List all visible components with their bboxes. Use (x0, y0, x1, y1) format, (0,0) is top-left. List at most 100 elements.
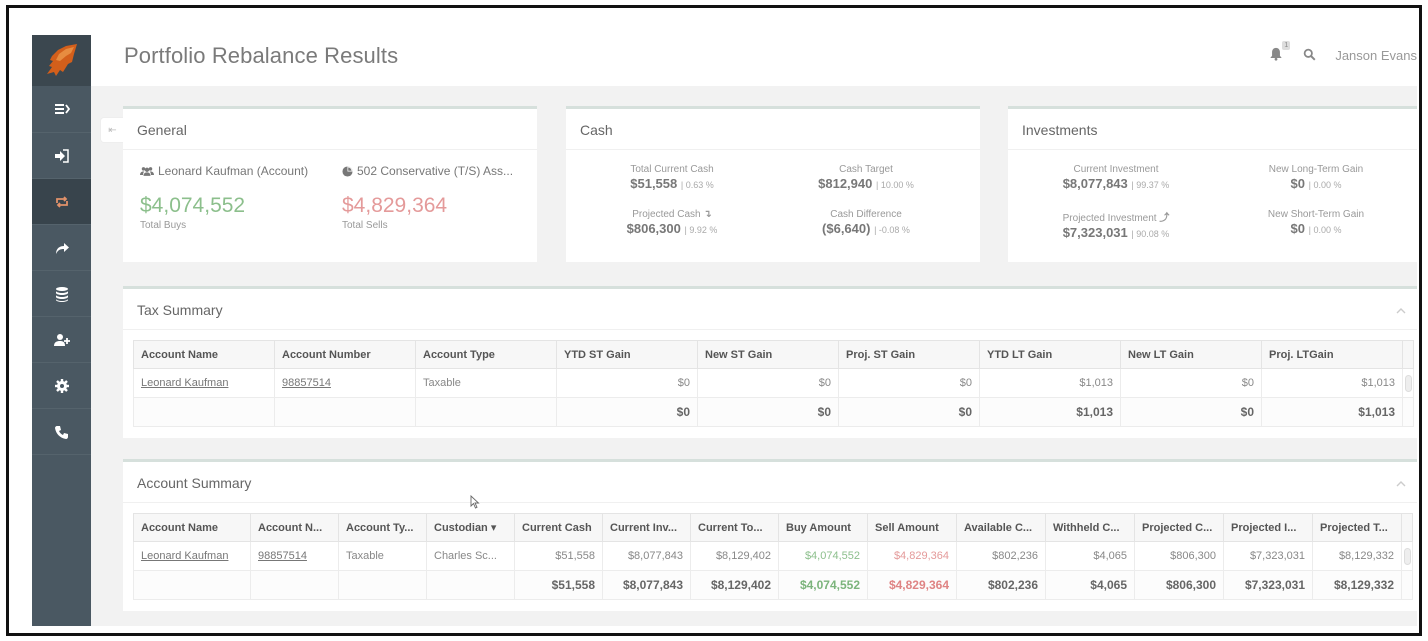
table-cell: $4,065 (1045, 570, 1135, 600)
scrollbar-header (1401, 513, 1413, 542)
sidebar-item-database[interactable] (32, 271, 91, 317)
metric-value: $0 (1290, 221, 1305, 236)
metric-pct: 99.37 % (1136, 180, 1170, 190)
totals-row: $51,558 $8,077,843 $8,129,402 $4,074,552 $4,… (133, 570, 1413, 600)
table-header-row: Account Name Account N... Account Ty... Cus… (133, 513, 1413, 542)
collapse-chevron-up-icon[interactable] (1395, 305, 1407, 317)
column-header[interactable]: Projected T... (1312, 513, 1402, 542)
column-header[interactable]: Current Inv... (602, 513, 691, 542)
totals-row: $0 $0 $0 $1,013 $0 $1,013 (133, 397, 1414, 427)
column-header[interactable]: New ST Gain (697, 340, 839, 369)
column-header[interactable]: Proj. ST Gain (838, 340, 980, 369)
table-cell: $806,300 (1134, 570, 1224, 600)
column-header[interactable]: Buy Amount (778, 513, 868, 542)
column-header[interactable]: Account N... (250, 513, 339, 542)
investments-card: Investments Current Investment $8,077,84… (1008, 106, 1417, 262)
metric-pct: -0.08 % (878, 225, 910, 235)
column-header[interactable]: Withheld C... (1045, 513, 1135, 542)
scrollbar-thumb[interactable] (1403, 547, 1411, 565)
table-cell: Taxable (415, 368, 557, 398)
sidebar-item-rebalance[interactable] (32, 179, 91, 225)
metric-label: Projected Investment (1062, 213, 1157, 224)
collapse-chevron-up-icon[interactable] (1395, 478, 1407, 490)
column-header[interactable]: Proj. LTGain (1261, 340, 1403, 369)
scrollbar-track[interactable] (1402, 397, 1414, 427)
user-menu[interactable]: Janson Evans (1335, 48, 1417, 63)
column-header[interactable]: Current To... (690, 513, 779, 542)
table-cell: $4,074,552 (778, 541, 868, 571)
model-name: 502 Conservative (T/S) Ass... (357, 164, 514, 178)
table-cell: $8,129,332 (1312, 570, 1402, 600)
account-number-link[interactable]: 98857514 (274, 368, 416, 398)
metric-value: $0 (1290, 176, 1305, 191)
sidebar (32, 35, 91, 626)
sidebar-item-add-user[interactable] (32, 317, 91, 363)
column-header[interactable]: Projected C... (1134, 513, 1224, 542)
metric-value: $7,323,031 (1062, 225, 1128, 240)
metric-total-current-cash: Total Current Cash $51,558 | 0.63 % (572, 164, 772, 191)
column-header[interactable]: New LT Gain (1120, 340, 1262, 369)
metric-pct: 90.08 % (1136, 229, 1170, 239)
sidebar-item-expand-menu[interactable] (32, 86, 91, 133)
sidebar-item-share[interactable] (32, 225, 91, 271)
scrollbar-track[interactable] (1402, 368, 1414, 398)
account-name-link[interactable]: Leonard Kaufman (133, 541, 251, 571)
table-cell (415, 397, 557, 427)
column-header[interactable]: Current Cash (514, 513, 603, 542)
scrollbar-track[interactable] (1401, 570, 1413, 600)
column-header[interactable]: YTD ST Gain (556, 340, 698, 369)
metric-projected-investment: Projected Investment ⤴ $7,323,031 | 90.0… (1062, 213, 1170, 240)
sidebar-item-sign-in[interactable] (32, 133, 91, 179)
metric-new-short-term-gain: New Short-Term Gain $0 | 0.00 % (1216, 209, 1416, 236)
database-icon (55, 286, 68, 302)
add-user-icon (53, 333, 70, 346)
metric-cash-difference: Cash Difference ($6,640) | -0.08 % (766, 209, 966, 236)
phone-icon (54, 425, 68, 439)
scrollbar-thumb[interactable] (1404, 374, 1412, 392)
column-header[interactable]: Account Number (274, 340, 416, 369)
table-cell (133, 570, 251, 600)
table-cell: $0 (556, 368, 698, 398)
column-header[interactable]: Account Name (133, 340, 275, 369)
search-button[interactable] (1303, 48, 1317, 62)
column-header[interactable]: Custodian ▾ (426, 513, 515, 542)
pin-icon: ⇤ (108, 124, 117, 136)
scrollbar-track[interactable] (1401, 541, 1413, 571)
notifications-button[interactable]: 1 (1269, 41, 1291, 63)
table-cell: $0 (1120, 368, 1262, 398)
column-header[interactable]: YTD LT Gain (979, 340, 1121, 369)
total-buys-label: Total Buys (140, 220, 187, 231)
up-arrow-icon: ⤴ (1159, 213, 1170, 224)
metric-label: New Long-Term Gain (1268, 164, 1364, 175)
account-name-link[interactable]: Leonard Kaufman (133, 368, 275, 398)
table-header-row: Account Name Account Number Account Type YT… (133, 340, 1414, 369)
metric-cash-target: Cash Target $812,940 | 10.00 % (766, 164, 966, 191)
share-icon (55, 242, 69, 254)
rebalance-icon (55, 195, 68, 208)
column-header[interactable]: Projected I... (1223, 513, 1313, 542)
general-card: General Leonard Kaufman (Account) $4,074… (123, 106, 537, 262)
column-header[interactable]: Account Ty... (338, 513, 427, 542)
metric-new-long-term-gain: New Long-Term Gain $0 | 0.00 % (1216, 164, 1416, 191)
table-cell: $51,558 (514, 570, 603, 600)
gear-icon (54, 378, 69, 393)
column-header[interactable]: Sell Amount (867, 513, 957, 542)
table-cell: $7,323,031 (1223, 541, 1313, 571)
column-header[interactable]: Available C... (956, 513, 1046, 542)
collapse-panel-button[interactable]: ⇤ (100, 117, 124, 143)
sidebar-item-settings[interactable] (32, 363, 91, 409)
tax-summary-card: Tax Summary Account Name Account Number Ac… (123, 286, 1417, 438)
sign-in-icon (54, 148, 69, 163)
table-cell: $4,074,552 (778, 570, 868, 600)
sidebar-item-contact[interactable] (32, 409, 91, 455)
tax-summary-table: Account Name Account Number Account Type YT… (133, 340, 1414, 427)
account-number-link[interactable]: 98857514 (250, 541, 339, 571)
column-header[interactable]: Account Name (133, 513, 251, 542)
notification-badge: 1 (1282, 41, 1291, 50)
menu-expand-icon (54, 104, 70, 114)
column-header[interactable]: Account Type (415, 340, 557, 369)
metric-label: Cash Difference (830, 209, 902, 220)
table-cell (338, 570, 427, 600)
logo[interactable] (32, 35, 91, 86)
total-sells-value: $4,829,364 (342, 194, 448, 217)
